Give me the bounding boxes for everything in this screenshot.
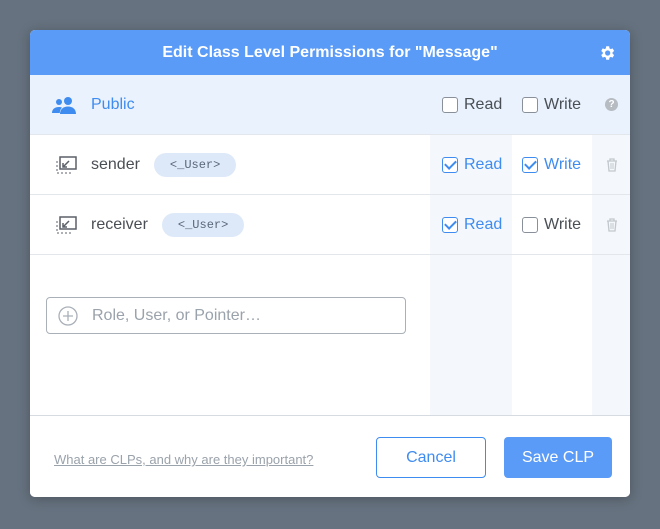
plus-icon <box>58 305 78 326</box>
pointer-class-tag: <_User> <box>153 152 237 177</box>
permission-row-public: Public Read Write ? <box>30 75 630 135</box>
row-name: sender <box>91 155 140 173</box>
cancel-button[interactable]: Cancel <box>376 437 486 478</box>
public-read-checkbox[interactable]: Read <box>442 96 502 114</box>
pointer-icon <box>56 155 77 173</box>
checkbox-box[interactable] <box>442 156 458 173</box>
row-subject: sender <_User> <box>52 152 237 177</box>
row-name: Public <box>91 95 135 113</box>
trash-icon[interactable] <box>606 217 618 232</box>
row-subject: receiver <_User> <box>52 212 245 237</box>
checkbox-box[interactable] <box>522 156 538 173</box>
gear-icon[interactable] <box>598 44 616 62</box>
users-icon <box>52 96 76 114</box>
dialog-title: Edit Class Level Permissions for "Messag… <box>162 43 498 61</box>
checkbox-label: Read <box>464 95 503 113</box>
row-name: receiver <box>91 215 148 233</box>
checkbox-box[interactable] <box>522 96 538 113</box>
add-entity-input[interactable] <box>92 306 372 325</box>
checkbox-label: Write <box>544 155 582 173</box>
help-icon[interactable]: ? <box>605 98 618 111</box>
checkbox-label: Read <box>464 215 503 233</box>
sender-read-checkbox[interactable]: Read <box>442 156 502 174</box>
clp-dialog: Edit Class Level Permissions for "Messag… <box>30 30 630 497</box>
checkbox-box[interactable] <box>442 216 458 233</box>
clp-help-link[interactable]: What are CLPs, and why are they importan… <box>54 452 313 467</box>
permission-row-receiver: receiver <_User> Read Write <box>30 195 630 255</box>
receiver-write-checkbox[interactable]: Write <box>522 216 581 234</box>
row-subject: Public <box>52 96 135 114</box>
public-write-checkbox[interactable]: Write <box>522 96 581 114</box>
trash-icon[interactable] <box>606 157 618 172</box>
dialog-footer: What are CLPs, and why are they importan… <box>30 415 630 497</box>
dialog-header: Edit Class Level Permissions for "Messag… <box>30 30 630 75</box>
checkbox-label: Write <box>544 95 582 113</box>
pointer-icon <box>56 215 77 233</box>
permission-row-sender: sender <_User> Read Write <box>30 135 630 195</box>
sender-write-checkbox[interactable]: Write <box>522 156 581 174</box>
save-clp-button[interactable]: Save CLP <box>504 437 612 478</box>
checkbox-label: Write <box>544 215 582 233</box>
add-entity-field[interactable] <box>46 297 406 334</box>
checkbox-box[interactable] <box>522 216 538 233</box>
pointer-class-tag: <_User> <box>161 212 245 237</box>
receiver-read-checkbox[interactable]: Read <box>442 216 502 234</box>
permissions-table: Public Read Write ? sender <_User> Read … <box>30 75 630 415</box>
checkbox-label: Read <box>464 155 503 173</box>
checkbox-box[interactable] <box>442 96 458 113</box>
